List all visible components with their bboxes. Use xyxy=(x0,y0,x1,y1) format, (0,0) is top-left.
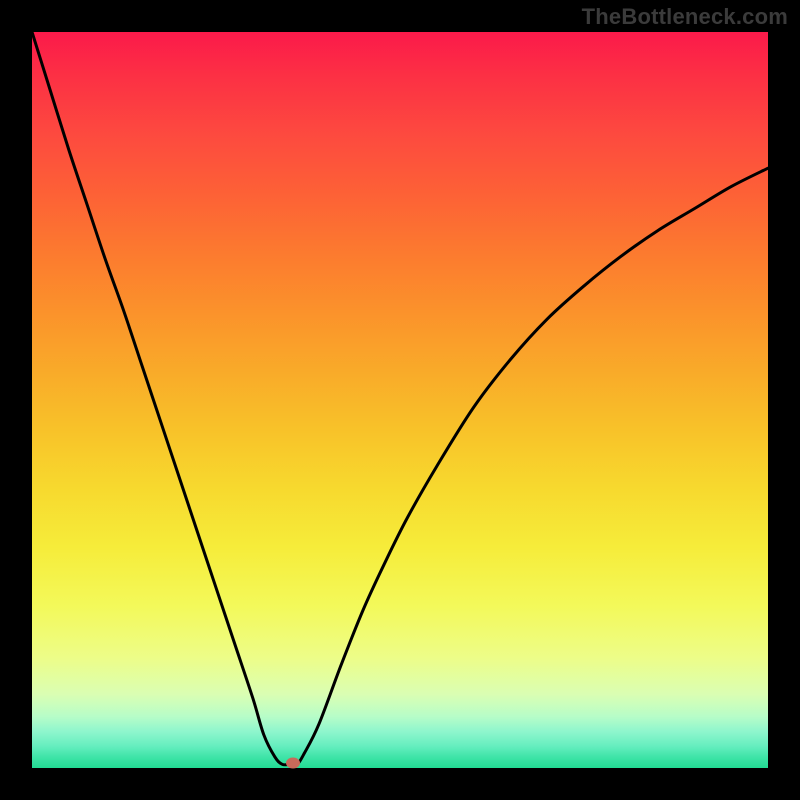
chart-frame: TheBottleneck.com xyxy=(0,0,800,800)
watermark-text: TheBottleneck.com xyxy=(582,4,788,30)
minimum-marker xyxy=(286,757,300,768)
plot-area xyxy=(32,32,768,768)
bottleneck-curve xyxy=(32,32,768,768)
